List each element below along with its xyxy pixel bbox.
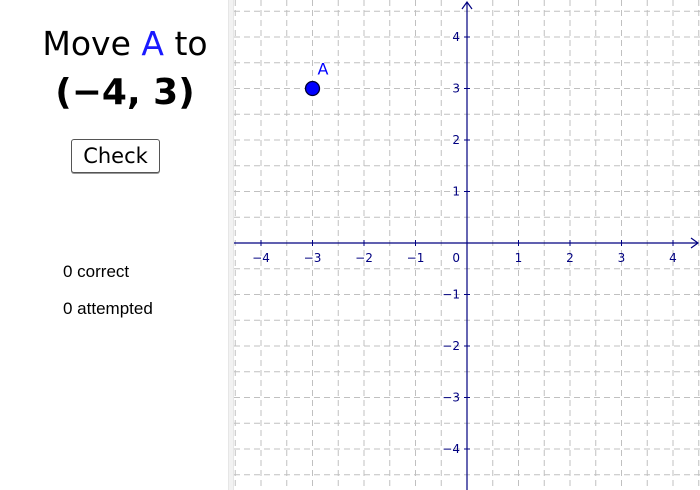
y-tick-label: −3 — [442, 391, 460, 405]
instruction-point-name: A — [141, 24, 164, 63]
x-tick-label: 1 — [515, 251, 523, 265]
y-tick-label: 3 — [452, 82, 460, 96]
x-tick-label: −3 — [304, 251, 322, 265]
y-tick-label: 1 — [452, 185, 460, 199]
instruction-panel: Move A to (−4, 3) Check 0 correct 0 atte… — [0, 0, 228, 490]
y-tick-label: −2 — [442, 339, 460, 353]
instruction-heading: Move A to — [0, 24, 250, 63]
point-a-label: A — [318, 60, 329, 79]
check-button[interactable]: Check — [71, 139, 160, 173]
x-tick-label: −4 — [252, 251, 270, 265]
x-tick-label: 3 — [618, 251, 626, 265]
y-tick-label: 4 — [452, 30, 460, 44]
x-tick-label: −1 — [407, 251, 425, 265]
x-tick-label: 4 — [669, 251, 677, 265]
origin-label: 0 — [452, 251, 460, 265]
instruction-preposition: to — [174, 24, 208, 63]
attempted-count: 0 attempted — [63, 299, 153, 318]
x-tick-labels: −4 −3 −2 −1 1 2 3 4 — [252, 251, 677, 265]
x-tick-label: 2 — [566, 251, 574, 265]
y-tick-label: −4 — [442, 442, 460, 456]
draggable-point-a[interactable] — [304, 80, 321, 97]
correct-count: 0 correct — [63, 262, 130, 281]
instruction-verb: Move — [42, 24, 131, 63]
target-coordinates: (−4, 3) — [55, 72, 195, 113]
x-tick-label: −2 — [355, 251, 373, 265]
y-tick-label: −1 — [442, 288, 460, 302]
coordinate-graph[interactable]: −4 −3 −2 −1 1 2 3 4 4 3 2 1 −1 −2 −3 −4 0 A — [234, 0, 700, 490]
y-tick-label: 2 — [452, 133, 460, 147]
axes — [234, 0, 700, 490]
